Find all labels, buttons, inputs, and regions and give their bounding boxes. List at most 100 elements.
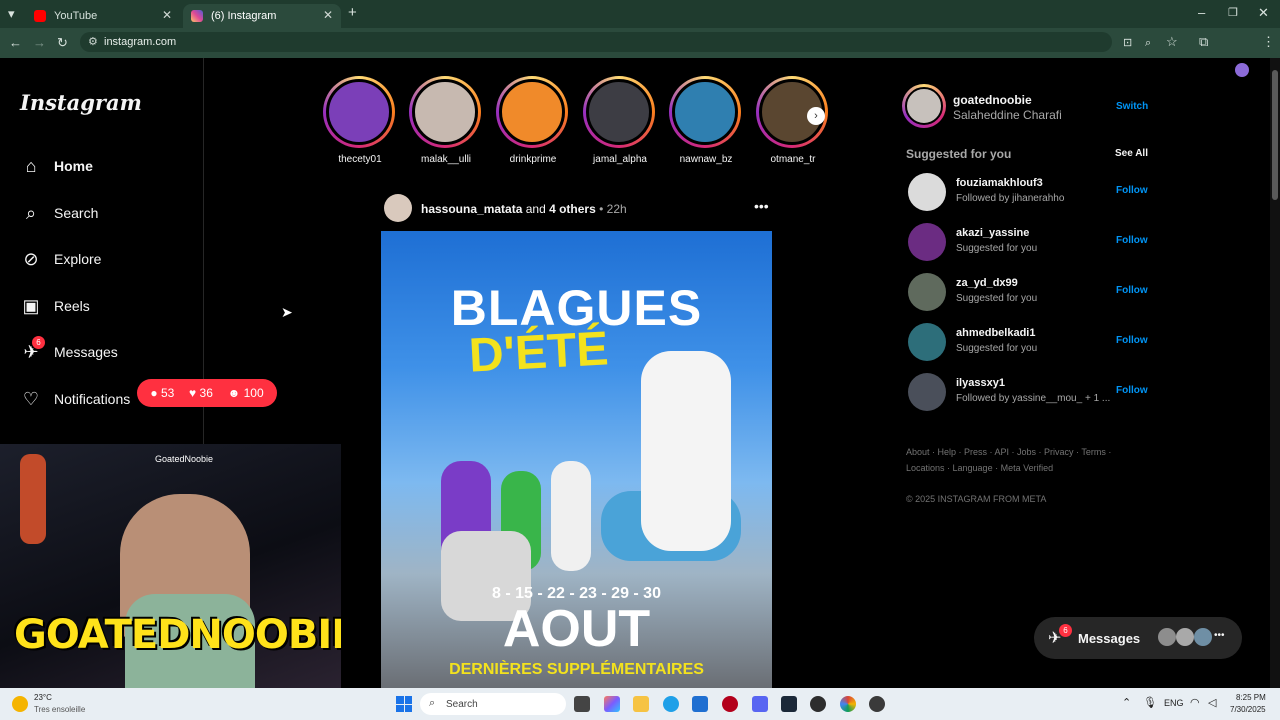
- clock-time[interactable]: 8:25 PM: [1236, 693, 1266, 702]
- follow-button[interactable]: Follow: [1116, 235, 1148, 246]
- post-author-line: hassouna_matata and 4 others • 22h: [421, 202, 627, 216]
- close-tab-icon[interactable]: ✕: [323, 8, 333, 22]
- profile-avatar[interactable]: [1235, 63, 1249, 77]
- youtube-favicon-icon: [34, 10, 46, 22]
- weather-desc[interactable]: Tres ensoleille: [34, 705, 85, 714]
- forward-icon[interactable]: →: [33, 36, 46, 50]
- suggested-user: za_yd_dx99 Suggested for you Follow: [908, 273, 1148, 311]
- messages-pill[interactable]: ✈ 6 Messages •••: [1034, 617, 1242, 659]
- channel-tag: GoatedNoobie: [155, 454, 214, 464]
- suggested-username[interactable]: akazi_yassine: [956, 227, 1029, 239]
- footer-links[interactable]: Locations · Language · Meta Verified: [906, 463, 1053, 473]
- footer-links[interactable]: About · Help · Press · API · Jobs · Priv…: [906, 447, 1111, 457]
- post-author-avatar[interactable]: [384, 194, 412, 222]
- follow-button[interactable]: Follow: [1116, 285, 1148, 296]
- switch-account-button[interactable]: Switch: [1116, 101, 1148, 112]
- volume-icon[interactable]: ◁: [1208, 696, 1216, 709]
- more-options-icon[interactable]: •••: [754, 198, 769, 214]
- post-others[interactable]: 4 others: [549, 202, 596, 216]
- stories-next-icon[interactable]: ›: [807, 107, 825, 125]
- story-username: nawnaw_bz: [679, 154, 733, 165]
- heart-icon: ♡: [22, 388, 40, 409]
- app-icon[interactable]: [722, 696, 738, 712]
- weather-temp[interactable]: 23°C: [34, 693, 52, 702]
- discord-icon[interactable]: [752, 696, 768, 712]
- microphone-icon[interactable]: 🎙: [1143, 696, 1157, 709]
- see-all-link[interactable]: See All: [1115, 148, 1148, 159]
- extensions-icon[interactable]: ⧉: [1199, 35, 1208, 49]
- scrollbar-track[interactable]: [1270, 58, 1280, 688]
- start-button-icon[interactable]: [396, 696, 412, 712]
- chrome-icon[interactable]: [840, 696, 856, 712]
- nav-messages[interactable]: ✈ Messages 6: [20, 336, 118, 364]
- store-icon[interactable]: [692, 696, 708, 712]
- avatar[interactable]: [908, 273, 946, 311]
- xbox-icon[interactable]: [810, 696, 826, 712]
- suggested-username[interactable]: fouziamakhlouf3: [956, 177, 1043, 189]
- follow-button[interactable]: Follow: [1116, 335, 1148, 346]
- follow-button[interactable]: Follow: [1116, 185, 1148, 196]
- avatar: [1176, 628, 1194, 646]
- wifi-icon[interactable]: ◠: [1190, 696, 1200, 709]
- steam-icon[interactable]: [781, 696, 797, 712]
- back-icon[interactable]: ←: [9, 36, 22, 50]
- tab-search-icon[interactable]: ▾: [8, 7, 15, 21]
- copilot-icon[interactable]: [604, 696, 620, 712]
- close-tab-icon[interactable]: ✕: [162, 8, 172, 22]
- app-icon[interactable]: [869, 696, 885, 712]
- story-avatar: [326, 79, 392, 145]
- bookmark-star-icon[interactable]: ☆: [1166, 35, 1178, 49]
- post-dot: •: [599, 202, 604, 216]
- zoom-icon[interactable]: ⌕: [1145, 36, 1151, 50]
- install-app-icon[interactable]: ⊡: [1123, 36, 1132, 50]
- clock-date[interactable]: 7/30/2025: [1230, 705, 1266, 714]
- account-avatar[interactable]: [902, 84, 946, 128]
- new-tab-icon[interactable]: +: [348, 5, 357, 20]
- restore-icon[interactable]: ❐: [1228, 6, 1238, 20]
- site-info-icon[interactable]: ⚙: [88, 35, 98, 48]
- suggested-username[interactable]: za_yd_dx99: [956, 277, 1018, 289]
- story-item[interactable]: malak__ulli: [409, 76, 483, 165]
- scrollbar-thumb[interactable]: [1272, 70, 1278, 200]
- language-indicator[interactable]: ENG: [1164, 698, 1184, 708]
- task-view-icon[interactable]: [574, 696, 590, 712]
- instagram-logo[interactable]: Instagram: [20, 90, 142, 115]
- nav-explore[interactable]: ⊘ Explore: [20, 247, 101, 271]
- address-bar[interactable]: ⚙ instagram.com: [80, 32, 1112, 52]
- nav-label: Reels: [54, 298, 90, 314]
- reload-icon[interactable]: ↻: [57, 36, 68, 50]
- avatar[interactable]: [908, 323, 946, 361]
- webcam-overlay: GoatedNoobie GOATEDNOOBIE: [0, 444, 341, 688]
- menu-kebab-icon[interactable]: ⋮: [1262, 35, 1275, 49]
- window-close-icon[interactable]: ✕: [1258, 6, 1269, 20]
- tab-youtube[interactable]: YouTube ✕: [26, 4, 180, 28]
- story-item[interactable]: thecety01: [323, 76, 397, 165]
- tray-chevron-icon[interactable]: ⌃: [1122, 696, 1131, 709]
- post-image[interactable]: BLAGUES D'ÉTÉ 8 - 15 - 22 - 23 - 29 - 30…: [381, 231, 772, 688]
- suggested-username[interactable]: ahmedbelkadi1: [956, 327, 1035, 339]
- story-item[interactable]: nawnaw_bz: [669, 76, 743, 165]
- poster-footer: DERNIÈRES SUPPLÉMENTAIRES: [449, 661, 704, 678]
- avatar[interactable]: [908, 223, 946, 261]
- post-author[interactable]: hassouna_matata: [421, 202, 522, 216]
- avatar[interactable]: [908, 173, 946, 211]
- story-avatar: [586, 79, 652, 145]
- nav-notifications[interactable]: ♡ Notifications: [20, 387, 130, 411]
- story-username: malak__ulli: [420, 154, 472, 165]
- account-username[interactable]: goatednoobie: [953, 93, 1032, 107]
- browser-tab-strip: ▾ YouTube ✕ (6) Instagram ✕ + – ❐ ✕: [0, 0, 1280, 28]
- avatar[interactable]: [908, 373, 946, 411]
- edge-icon[interactable]: [663, 696, 679, 712]
- minimize-icon[interactable]: –: [1198, 6, 1205, 20]
- tab-instagram[interactable]: (6) Instagram ✕: [183, 4, 341, 28]
- taskbar-search[interactable]: ⌕ Search: [420, 693, 566, 715]
- file-explorer-icon[interactable]: [633, 696, 649, 712]
- nav-search[interactable]: ⌕ Search: [20, 201, 98, 225]
- follow-button[interactable]: Follow: [1116, 385, 1148, 396]
- nav-reels[interactable]: ▣ Reels: [20, 294, 90, 318]
- story-item[interactable]: drinkprime: [496, 76, 570, 165]
- suggested-username[interactable]: ilyassxy1: [956, 377, 1005, 389]
- story-item[interactable]: jamal_alpha: [583, 76, 657, 165]
- weather-sun-icon[interactable]: [12, 696, 28, 712]
- nav-home[interactable]: ⌂ Home: [20, 154, 93, 178]
